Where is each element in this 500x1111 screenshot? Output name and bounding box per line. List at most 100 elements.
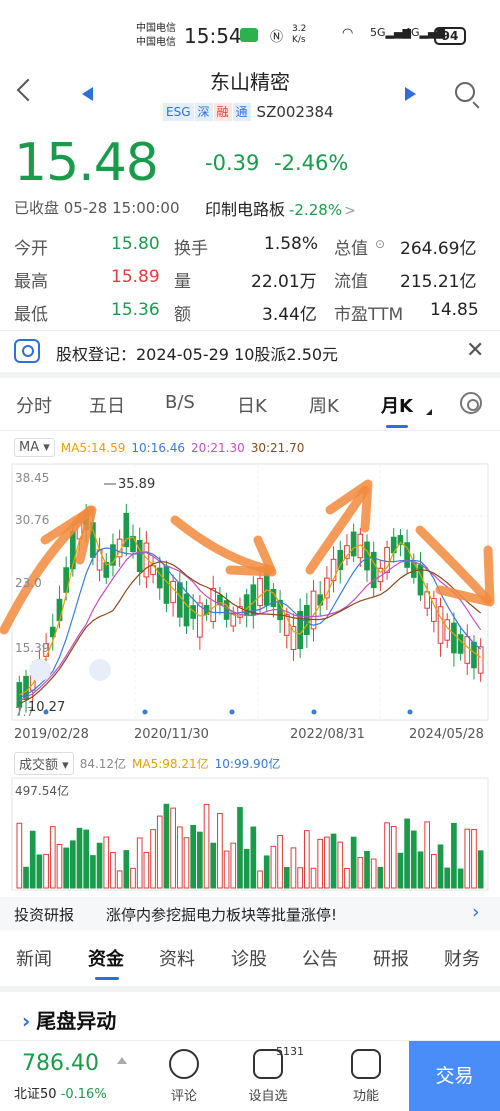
divider xyxy=(0,330,500,331)
dividend-notice-text[interactable]: 股权登记：2024-05-29 10股派2.50元 xyxy=(56,341,338,365)
research-headline: 涨停内参挖掘电力板块等批量涨停! xyxy=(106,906,338,924)
net-speed: 3.2 K/s xyxy=(292,24,307,45)
features-button[interactable]: 功能 xyxy=(336,1049,396,1104)
event-dot[interactable] xyxy=(229,709,235,715)
tab-news[interactable]: 新闻 xyxy=(16,945,52,971)
amount-value: 3.44亿 xyxy=(262,305,317,325)
volume-bar xyxy=(437,844,444,889)
candle xyxy=(444,619,451,641)
volume-bar xyxy=(257,870,263,889)
volume-bar xyxy=(324,836,330,889)
volume-ma10: 10:99.90亿 xyxy=(214,757,281,771)
volume-chart[interactable]: 497.54亿 xyxy=(0,776,500,892)
wechat-icon xyxy=(240,28,258,42)
add-watchlist-icon xyxy=(253,1049,283,1079)
volume-total: 84.12亿 xyxy=(79,757,127,771)
volume-bar xyxy=(197,831,203,889)
volume-selector[interactable]: 成交额 ▾ xyxy=(14,752,74,775)
index-name: 北证50 -0.16% xyxy=(14,1083,107,1102)
clock: 15:54 xyxy=(184,24,242,48)
tab-bs[interactable]: B/S xyxy=(165,392,195,413)
event-dot[interactable] xyxy=(311,709,317,715)
chart-settings-icon[interactable] xyxy=(460,392,482,414)
candle xyxy=(471,641,477,669)
volume-bar xyxy=(384,822,390,889)
ma-selector[interactable]: MA ▾ xyxy=(14,438,55,457)
volume-bar xyxy=(350,836,357,889)
divider xyxy=(0,986,500,992)
tag-esg[interactable]: ESG xyxy=(163,103,194,121)
sector-link[interactable]: 印制电路板 -2.28% > xyxy=(205,196,356,220)
pe-value: 14.85 xyxy=(430,300,479,320)
event-dot[interactable] xyxy=(407,709,413,715)
last-price: 15.48 xyxy=(14,133,159,193)
volume-bar xyxy=(377,866,384,889)
volume-bar xyxy=(96,842,103,889)
volume-bar xyxy=(136,837,143,889)
event-dot[interactable] xyxy=(43,709,49,715)
period-dropdown-icon[interactable] xyxy=(426,409,432,415)
section-title[interactable]: › 尾盘异动 xyxy=(22,1005,116,1034)
search-icon[interactable] xyxy=(455,82,475,102)
volume-bar xyxy=(357,857,364,889)
research-banner[interactable]: 投资研报 涨停内参挖掘电力板块等批量涨停! › xyxy=(0,897,500,931)
tab-weekly-k[interactable]: 周K xyxy=(309,392,339,418)
stock-code: SZ002384 xyxy=(256,103,334,121)
volume-bar xyxy=(150,829,156,889)
next-stock-icon[interactable] xyxy=(405,87,416,101)
chart-tool-icon[interactable] xyxy=(89,659,111,681)
comment-icon xyxy=(169,1049,199,1079)
change-percent: -2.46% xyxy=(274,151,349,175)
sector-change: -2.28% xyxy=(289,201,343,219)
tab-financials[interactable]: 财务 xyxy=(444,945,480,971)
add-watchlist-button[interactable]: 设自选 xyxy=(238,1049,298,1104)
volume-bar xyxy=(370,858,377,889)
tab-daily-k[interactable]: 日K xyxy=(237,392,267,418)
tab-diagnosis[interactable]: 诊股 xyxy=(231,945,267,971)
volume-bar xyxy=(203,803,210,889)
candle xyxy=(210,588,217,622)
volume-bar xyxy=(49,826,56,889)
volume-bar xyxy=(404,818,410,889)
info-icon[interactable]: ⊙ xyxy=(375,237,385,251)
annotation-arrow xyxy=(0,505,95,635)
volume-bar xyxy=(297,867,303,889)
chart-tool-icon[interactable] xyxy=(29,659,51,681)
tag-margin: 融 xyxy=(213,103,232,121)
volume-bar xyxy=(444,867,451,889)
tab-research[interactable]: 研报 xyxy=(373,945,409,971)
candle xyxy=(310,590,317,630)
carrier-1: 中国电信 xyxy=(136,23,176,34)
tab-profile[interactable]: 资料 xyxy=(159,945,195,971)
index-value[interactable]: 786.40 xyxy=(22,1051,99,1076)
add-watchlist-label: 设自选 xyxy=(248,1089,288,1104)
kline-chart[interactable]: 38.45 30.76 23.0 15.39 7.7 35.89 10.27 2… xyxy=(0,460,500,750)
volume-bar xyxy=(317,838,324,889)
event-dot[interactable] xyxy=(142,709,148,715)
tab-funds[interactable]: 资金 xyxy=(88,945,124,971)
float-cap-label: 流值 xyxy=(334,272,368,292)
chevron-right-icon: > xyxy=(344,203,356,219)
tab-intraday[interactable]: 分时 xyxy=(16,392,52,418)
volume-bar xyxy=(477,850,484,889)
candle xyxy=(176,582,183,618)
expand-icon[interactable] xyxy=(117,1057,127,1064)
chart-frame xyxy=(11,463,489,721)
divider xyxy=(0,372,500,378)
volume-bar xyxy=(110,852,116,889)
volume-bar xyxy=(417,851,424,889)
close-icon[interactable]: ✕ xyxy=(466,338,484,363)
volume-bar xyxy=(217,813,223,889)
high-value: 15.89 xyxy=(111,267,160,287)
comment-button[interactable]: 评论 xyxy=(154,1049,214,1104)
candle xyxy=(317,594,324,606)
low-value: 15.36 xyxy=(111,300,160,320)
tab-monthly-k[interactable]: 月K xyxy=(381,392,413,418)
y-axis-label: 15.39 xyxy=(15,641,49,655)
trade-button[interactable]: 交易 xyxy=(409,1041,500,1111)
volume-bar xyxy=(56,843,63,889)
tab-announcements[interactable]: 公告 xyxy=(302,945,338,971)
market-cap-label: 总值 xyxy=(334,239,368,259)
tab-five-day[interactable]: 五日 xyxy=(89,392,125,418)
tag-exchange: 深 xyxy=(194,103,213,121)
